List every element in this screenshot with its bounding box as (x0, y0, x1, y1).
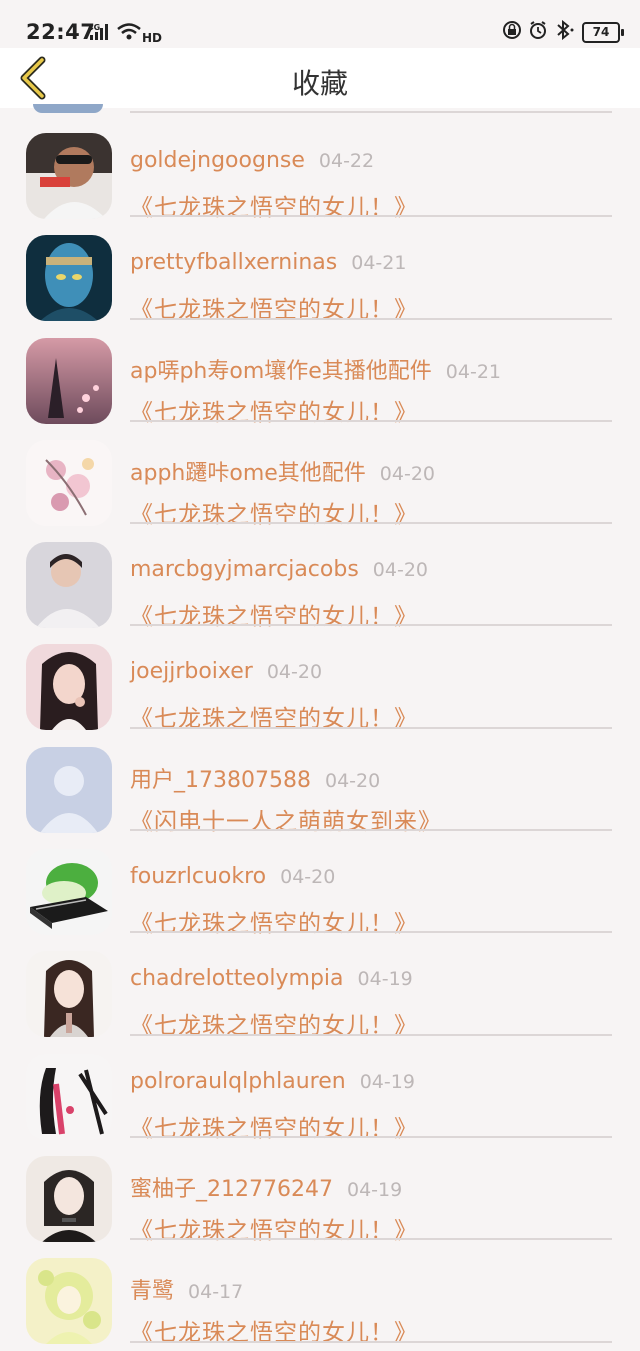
date: 04-19 (346, 1178, 403, 1201)
battery-indicator: 74 (582, 21, 624, 43)
date: 04-20 (372, 559, 428, 582)
navigation-bar: 收藏 (0, 48, 640, 108)
wifi-icon: HD (116, 22, 164, 48)
date: 04-19 (359, 1070, 415, 1093)
avatar (26, 542, 112, 629)
username[interactable]: marcbgyjmarcjacobs (130, 557, 359, 582)
avatar (26, 235, 112, 322)
date: 04-22 (318, 150, 375, 172)
alarm-icon (528, 20, 548, 44)
username[interactable]: joejjrboixer (130, 659, 253, 684)
list-item[interactable]: polroraulqlphlauren 04-19 《七龙珠之悟空的女儿！》 (0, 1034, 640, 1142)
date: 04-20 (324, 769, 381, 792)
status-bar: 22:47 4G HD 74 (0, 0, 640, 48)
date: 04-21 (351, 252, 407, 275)
username[interactable]: polroraulqlphlauren (130, 1069, 346, 1094)
avatar (33, 104, 103, 113)
avatar (26, 337, 112, 424)
avatar (26, 1053, 112, 1140)
list-item[interactable]: 蜜柚子_212776247 04-19 《七龙珠之悟空的女儿！》 (0, 1136, 640, 1244)
avatar (26, 746, 112, 833)
username[interactable]: apph躚咔ome其他配件 (130, 461, 366, 486)
username[interactable]: 用户_173807588 (130, 768, 311, 793)
list-item[interactable]: prettyfballxerninas 04-21 《七龙珠之悟空的女儿！》 (0, 215, 640, 323)
username[interactable]: chadrelotteolympia (130, 966, 344, 991)
list-item[interactable]: 用户_173807588 04-20 《闪电十一人之萌萌女到来》 (0, 727, 640, 835)
avatar (26, 849, 112, 936)
avatar (26, 951, 112, 1038)
list-item[interactable]: marcbgyjmarcjacobs 04-20 《七龙珠之悟空的女儿！》 (0, 522, 640, 630)
date: 04-17 (188, 1281, 244, 1304)
divider (130, 1340, 612, 1343)
favorites-list: goldejngoognse 04-22 《七龙珠之悟空的女儿！》 prettyf… (0, 104, 640, 1346)
list-item[interactable]: fouzrlcuokro 04-20 《七龙珠之悟空的女儿！》 (0, 829, 640, 937)
lock-icon (502, 20, 522, 44)
avatar (26, 644, 112, 731)
date: 04-20 (280, 866, 336, 889)
list-item[interactable]: joejjrboixer 04-20 《七龙珠之悟空的女儿！》 (0, 624, 640, 732)
username[interactable]: ap哢ph寿om壤作e其播他配件 (130, 359, 432, 384)
status-time: 22:47 (26, 20, 96, 44)
date: 04-20 (266, 661, 323, 684)
list-item[interactable]: goldejngoognse 04-22 《七龙珠之悟空的女儿！》 (0, 113, 640, 221)
username[interactable]: 蜜柚子_212776247 (130, 1177, 333, 1202)
page-title: 收藏 (291, 67, 348, 100)
date: 04-19 (357, 968, 413, 991)
list-item[interactable]: apph躚咔ome其他配件 04-20 《七龙珠之悟空的女儿！》 (0, 420, 640, 528)
list-item[interactable]: ap哢ph寿om壤作e其播他配件 04-21 《七龙珠之悟空的女儿！》 (0, 318, 640, 426)
avatar (26, 1258, 112, 1345)
avatar (26, 133, 112, 219)
username[interactable]: goldejngoognse (130, 148, 305, 173)
list-item[interactable]: chadrelotteolympia 04-19 《七龙珠之悟空的女儿！》 (0, 931, 640, 1039)
date: 04-21 (445, 360, 501, 383)
username[interactable]: 青鹭 (130, 1279, 174, 1304)
svg-text:4G: 4G (88, 23, 100, 32)
date: 04-20 (379, 462, 435, 485)
username[interactable]: prettyfballxerninas (130, 250, 337, 275)
avatar (26, 1155, 112, 1242)
bluetooth-icon (554, 19, 576, 44)
list-item[interactable]: 青鹭 04-17 《七龙珠之悟空的女儿！》 (0, 1238, 640, 1346)
svg-text:HD: HD (142, 31, 162, 44)
username[interactable]: fouzrlcuokro (130, 864, 266, 889)
avatar (26, 439, 112, 526)
signal-icon: 4G (88, 22, 110, 44)
